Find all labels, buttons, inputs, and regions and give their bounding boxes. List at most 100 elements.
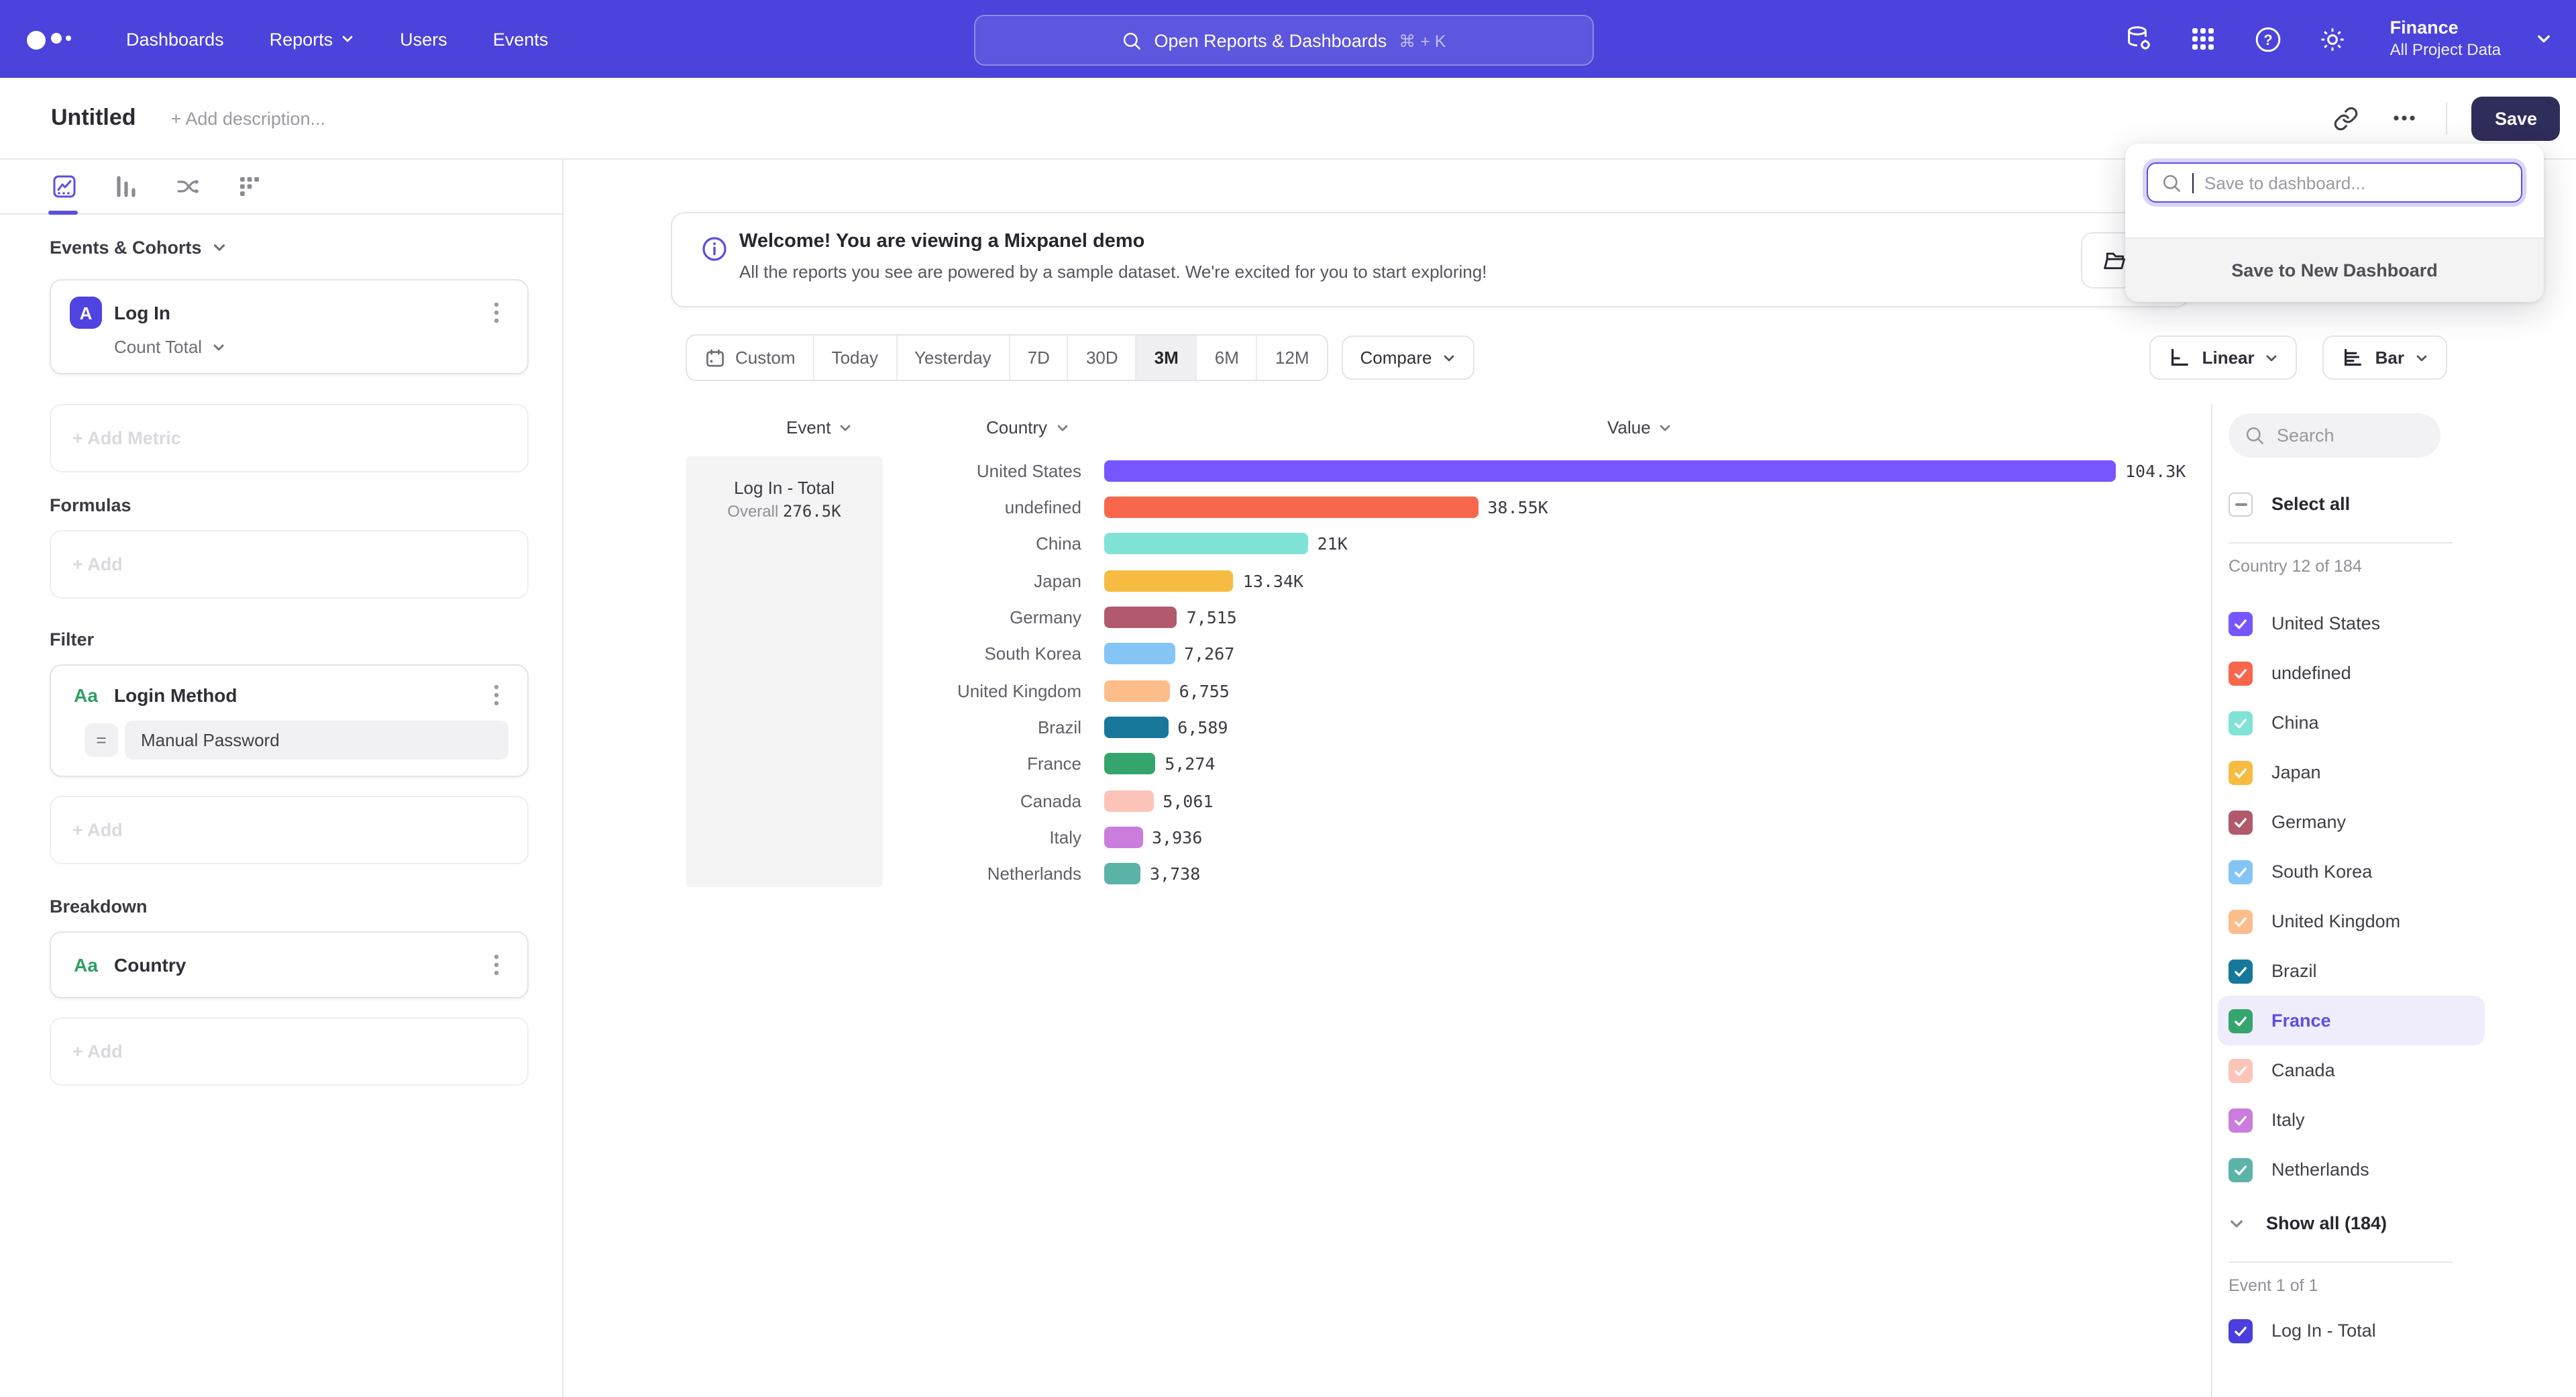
report-title[interactable]: Untitled [51, 105, 136, 132]
checkbox-checked[interactable] [2229, 909, 2253, 933]
checkbox-checked[interactable] [2229, 1108, 2253, 1132]
demo-banner: Welcome! You are viewing a Mixpanel demo… [671, 212, 2190, 307]
legend-item-netherlands[interactable]: Netherlands [2218, 1145, 2485, 1194]
chart-type-button[interactable]: Bar [2323, 335, 2447, 380]
legend-item-china[interactable]: China [2218, 698, 2485, 747]
settings-gear-icon[interactable] [2318, 24, 2347, 54]
filter-kebab-icon[interactable] [484, 682, 508, 709]
save-to-new-dashboard-button[interactable]: Save to New Dashboard [2125, 238, 2544, 302]
column-header-country[interactable]: Country [986, 417, 1069, 437]
tab-retention[interactable] [236, 173, 263, 200]
compare-button[interactable]: Compare [1342, 335, 1475, 380]
country-bar[interactable] [1104, 717, 1168, 738]
nav-link-users[interactable]: Users [400, 29, 447, 49]
checkbox-checked[interactable] [2229, 1318, 2253, 1343]
checkbox-checked[interactable] [2229, 860, 2253, 884]
country-bar[interactable] [1104, 533, 1308, 554]
legend-search-input[interactable]: Search [2229, 413, 2440, 458]
metric-event-name[interactable]: Log In [114, 302, 484, 323]
save-button[interactable]: Save [2472, 96, 2560, 140]
legend-item-france[interactable]: France [2218, 996, 2485, 1045]
filter-operator[interactable]: = [85, 723, 118, 757]
more-options-icon[interactable] [2387, 101, 2422, 136]
scale-selector-button[interactable]: Linear [2150, 335, 2298, 380]
legend-item-brazil[interactable]: Brazil [2218, 946, 2485, 996]
date-range-label: 6M [1215, 348, 1239, 368]
date-range-6m[interactable]: 6M [1197, 335, 1258, 380]
country-bar[interactable] [1104, 497, 1478, 518]
checkbox-checked[interactable] [2229, 1008, 2253, 1033]
country-bar[interactable] [1104, 790, 1153, 811]
add-formula-button[interactable]: + Add [50, 530, 529, 599]
column-header-event[interactable]: Event [786, 417, 853, 437]
legend-item-label: Japan [2271, 762, 2321, 782]
date-range-today[interactable]: Today [814, 335, 897, 380]
legend-item-italy[interactable]: Italy [2218, 1095, 2485, 1145]
breakdown-kebab-icon[interactable] [484, 951, 508, 978]
metric-card[interactable]: A Log In Count Total [50, 279, 529, 374]
date-range-yesterday[interactable]: Yesterday [897, 335, 1010, 380]
project-switcher[interactable]: Finance All Project Data [2390, 17, 2501, 60]
add-filter-button[interactable]: + Add [50, 796, 529, 864]
add-metric-button[interactable]: + Add Metric [50, 404, 529, 472]
filter-value[interactable]: Manual Password [125, 721, 508, 760]
filter-card[interactable]: Aa Login Method = Manual Password [50, 664, 529, 777]
copy-link-icon[interactable] [2328, 101, 2363, 136]
breakdown-property-name[interactable]: Country [114, 954, 484, 976]
country-bar[interactable] [1104, 570, 1234, 591]
country-bar[interactable] [1104, 827, 1142, 848]
country-bar[interactable] [1104, 754, 1155, 775]
help-icon[interactable]: ? [2253, 24, 2283, 54]
nav-link-events[interactable]: Events [493, 29, 549, 49]
select-all-checkbox-indeterminate[interactable] [2229, 492, 2253, 516]
checkbox-checked[interactable] [2229, 1157, 2253, 1182]
checkbox-checked[interactable] [2229, 611, 2253, 635]
legend-item-canada[interactable]: Canada [2218, 1045, 2485, 1095]
save-dashboard-search-input[interactable]: Save to dashboard... [2147, 162, 2522, 203]
project-chevron-down-icon[interactable] [2536, 31, 2552, 47]
breakdown-card[interactable]: Aa Country [50, 931, 529, 998]
date-range-30d[interactable]: 30D [1069, 335, 1137, 380]
country-bar[interactable] [1104, 460, 2116, 481]
tab-flows[interactable] [174, 173, 201, 200]
checkbox-checked[interactable] [2229, 810, 2253, 834]
country-label: United States [564, 460, 1081, 480]
legend-item-united-kingdom[interactable]: United Kingdom [2218, 896, 2485, 946]
tab-funnels[interactable] [113, 173, 140, 200]
column-header-value[interactable]: Value [1607, 417, 1672, 437]
country-bar[interactable] [1104, 607, 1177, 628]
events-cohorts-section-label[interactable]: Events & Cohorts [50, 238, 529, 258]
legend-item-germany[interactable]: Germany [2218, 797, 2485, 847]
date-range-12m[interactable]: 12M [1258, 335, 1327, 380]
legend-item-south-korea[interactable]: South Korea [2218, 847, 2485, 896]
nav-link-reports[interactable]: Reports [270, 29, 355, 49]
tab-insights[interactable] [51, 173, 78, 200]
apps-grid-icon[interactable] [2189, 24, 2218, 54]
add-breakdown-button[interactable]: + Add [50, 1017, 529, 1086]
filter-property-name[interactable]: Login Method [114, 684, 484, 706]
date-range-7d[interactable]: 7D [1010, 335, 1069, 380]
data-management-icon[interactable] [2125, 24, 2154, 54]
country-bar[interactable] [1104, 680, 1170, 701]
checkbox-checked[interactable] [2229, 959, 2253, 983]
metric-kebab-icon[interactable] [484, 299, 508, 326]
date-range-3m[interactable]: 3M [1137, 335, 1197, 380]
date-range-custom[interactable]: Custom [687, 335, 814, 380]
select-all-row[interactable]: Select all [2229, 479, 2576, 529]
country-bar[interactable] [1104, 864, 1140, 885]
mixpanel-logo[interactable] [24, 23, 86, 55]
nav-link-dashboards[interactable]: Dashboards [126, 29, 224, 49]
country-bar[interactable] [1104, 643, 1175, 665]
legend-item-japan[interactable]: Japan [2218, 747, 2485, 797]
legend-item-united-states[interactable]: United States [2218, 599, 2485, 648]
checkbox-checked[interactable] [2229, 1058, 2253, 1082]
checkbox-checked[interactable] [2229, 711, 2253, 735]
checkbox-checked[interactable] [2229, 760, 2253, 784]
global-search[interactable]: Open Reports & Dashboards ⌘ + K [974, 15, 1594, 66]
show-all-button[interactable]: Show all (184) [2229, 1198, 2576, 1248]
checkbox-checked[interactable] [2229, 661, 2253, 685]
metric-aggregation-dropdown[interactable]: Count Total [114, 337, 508, 357]
add-description[interactable]: + Add description... [171, 108, 325, 128]
legend-item-log-in-total[interactable]: Log In - Total [2229, 1306, 2576, 1355]
legend-item-undefined[interactable]: undefined [2218, 648, 2485, 698]
